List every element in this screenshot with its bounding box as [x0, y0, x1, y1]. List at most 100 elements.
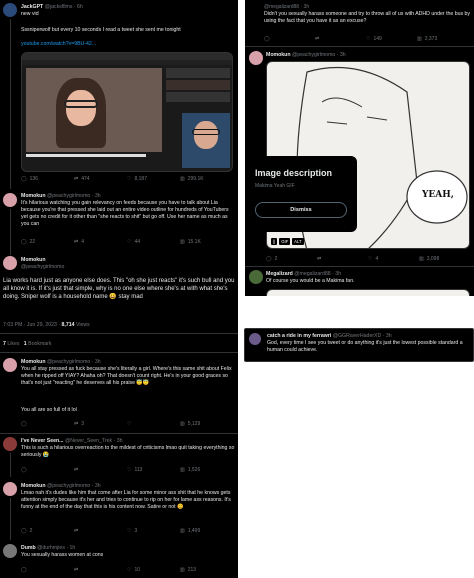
bookmarks-label[interactable]: Bookmark	[28, 341, 51, 347]
reply-button[interactable]: ◯ 2	[266, 256, 317, 262]
avatar[interactable]	[3, 193, 17, 207]
avatar[interactable]	[249, 333, 261, 345]
author-handle[interactable]: @peachygirlmomo	[47, 483, 90, 489]
avatar[interactable]	[3, 437, 17, 451]
retweet-button[interactable]: ⇄	[74, 528, 127, 534]
divider	[0, 352, 238, 353]
timestamp: · 3h	[332, 271, 342, 277]
image-media[interactable]	[266, 289, 470, 296]
glasses-icon	[64, 100, 98, 108]
tweet-actions: ◯ ⇄ ♡ 149 ▥ 2,373	[264, 36, 468, 42]
divider	[245, 46, 474, 47]
author-handle[interactable]: @jacksfilms	[45, 4, 73, 10]
author-name[interactable]: Momokun	[21, 257, 46, 263]
avatar[interactable]	[3, 3, 17, 17]
like-button[interactable]: ♡	[127, 421, 180, 427]
like-button[interactable]: ♡ 149	[366, 36, 417, 42]
author-handle[interactable]: @peachygirlmomo	[21, 264, 64, 270]
timestamp: · 6h	[73, 4, 83, 10]
avatar[interactable]	[249, 270, 263, 284]
author-name[interactable]: Momokun	[21, 483, 46, 489]
author-name[interactable]: catch a ride in my ferrawri	[267, 333, 331, 339]
views-button[interactable]: ▥ 2,373	[417, 36, 468, 42]
avatar[interactable]	[3, 256, 17, 270]
pause-button[interactable]: ||	[271, 238, 278, 245]
retweet-button[interactable]: ⇄	[317, 256, 368, 262]
views-button[interactable]: ▥ 3,098	[419, 256, 470, 262]
alt-badge[interactable]: ALT	[292, 238, 304, 245]
author-handle[interactable]: @megalizard88	[294, 271, 330, 277]
reply-button[interactable]: ◯	[21, 467, 74, 473]
author-name[interactable]: Momokun	[266, 52, 291, 58]
retweet-button[interactable]: ⇄	[74, 467, 127, 473]
main-tweet-text: Lia works hard just as anyone else does.…	[3, 278, 235, 300]
reply-button[interactable]: ◯ 22	[21, 239, 74, 245]
tweet-actions: ◯ ⇄ ♡ 10 ▥ 213	[21, 567, 233, 573]
like-count[interactable]: 7	[3, 341, 6, 347]
reply-button[interactable]: ◯	[21, 567, 74, 573]
browser-tabbar	[22, 53, 232, 60]
person-face	[66, 90, 96, 126]
retweet-button[interactable]: ⇄	[74, 567, 127, 573]
like-button[interactable]: ♡ 113	[127, 467, 180, 473]
author-handle[interactable]: @Never_Seen_Trek	[65, 438, 112, 444]
author-handle[interactable]: @GGRaverHaderXD	[333, 333, 382, 339]
bookmark-count[interactable]: 1	[24, 341, 27, 347]
author-handle[interactable]: @peachygirlmomo	[47, 359, 90, 365]
timestamp: · 3h	[113, 438, 123, 444]
reply-text: You all stay pressed as fuck because she…	[21, 366, 232, 386]
thread-line	[10, 19, 11, 189]
timestamp: · 3h	[91, 193, 101, 199]
views-button[interactable]: ▥ 5,129	[180, 421, 233, 427]
like-button[interactable]: ♡ 4	[368, 256, 419, 262]
avatar[interactable]	[3, 482, 17, 496]
reply-card: catch a ride in my ferrawri @GGRaverHade…	[244, 328, 474, 362]
like-button[interactable]: ♡ 44	[127, 239, 180, 245]
avatar[interactable]	[3, 358, 17, 372]
retweet-button[interactable]: ⇄ 4	[74, 239, 127, 245]
reply-button[interactable]: ◯	[264, 36, 315, 42]
author-name[interactable]: Megalizard	[266, 271, 293, 277]
modal-description: Makima Yeah GIF	[255, 183, 295, 189]
reply-text-2: You all are so full of it lol	[21, 407, 77, 413]
retweet-button[interactable]: ⇄	[315, 36, 366, 42]
views-button[interactable]: ▥ 1,526	[180, 467, 233, 473]
likes-label[interactable]: Likes	[7, 341, 19, 347]
author-handle[interactable]: @peachygirlmomo	[292, 52, 335, 58]
views-button[interactable]: ▥ 1,499	[180, 528, 233, 534]
right-screenshot: @megalizard88 · 3h Didn't you sexually h…	[245, 0, 474, 296]
retweet-button[interactable]: ⇄ 3	[74, 421, 127, 427]
retweet-button[interactable]: ⇄ 474	[74, 176, 127, 182]
views-button[interactable]: ▥ 15.1K	[180, 239, 233, 245]
author-name[interactable]: Momokun	[21, 193, 46, 199]
author-name[interactable]: I've Never Seen...	[21, 438, 63, 444]
tweet-link[interactable]: youtube.com/watch?v=9BU-42...	[21, 41, 96, 48]
tweet-actions: ◯ ⇄ 3 ♡ ▥ 5,129	[21, 421, 233, 427]
video-screenshot[interactable]	[21, 52, 233, 172]
author-name[interactable]: Momokun	[21, 359, 46, 365]
avatar[interactable]	[249, 51, 263, 65]
thread-line	[10, 453, 11, 477]
video-title-line	[26, 154, 146, 157]
author-handle[interactable]: @durhmjies	[37, 545, 65, 551]
dismiss-button[interactable]: Dismiss	[255, 202, 347, 218]
like-button[interactable]: ♡ 3	[127, 528, 180, 534]
reply-button[interactable]: ◯	[21, 421, 74, 427]
author-name[interactable]: Dumb	[21, 545, 36, 551]
sidebar-video-1[interactable]	[166, 68, 230, 78]
timestamp: · 3h	[91, 359, 101, 365]
views-button[interactable]: ▥ 213	[180, 567, 233, 573]
views-button[interactable]: ▥ 299.1K	[180, 176, 233, 182]
video-player[interactable]	[26, 68, 162, 152]
author-name[interactable]: JackGPT	[21, 4, 43, 10]
avatar[interactable]	[3, 544, 17, 558]
author-handle[interactable]: @megalizard88 · 3h	[264, 4, 309, 10]
author-handle[interactable]: @peachygirlmomo	[47, 193, 90, 199]
reply-button[interactable]: ◯ 136	[21, 176, 74, 182]
sidebar-video-3[interactable]	[166, 92, 230, 102]
like-button[interactable]: ♡ 8,187	[127, 176, 180, 182]
tweet-timestamp[interactable]: 7:03 PM · Jun 29, 2023 ·	[3, 322, 62, 328]
like-button[interactable]: ♡ 10	[127, 567, 180, 573]
reply-button[interactable]: ◯ 2	[21, 528, 74, 534]
sidebar-video-2[interactable]	[166, 80, 230, 90]
